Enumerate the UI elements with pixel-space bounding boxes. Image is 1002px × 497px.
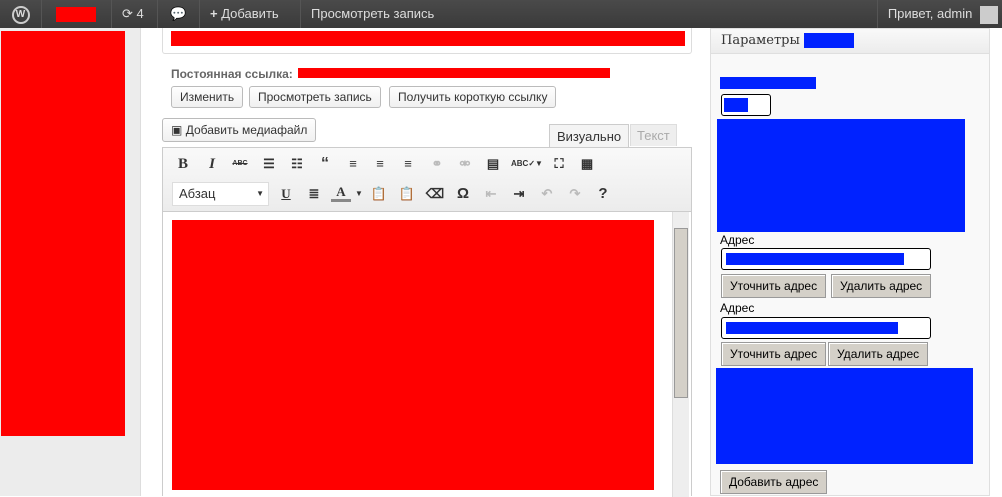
omega-icon[interactable]: Ω — [453, 184, 473, 204]
plus-icon: + — [210, 6, 218, 21]
refine-address-button[interactable]: Уточнить адрес — [721, 274, 827, 298]
spellcheck-icon[interactable]: ABC✓ — [511, 154, 535, 174]
link-icon[interactable]: ⚭ — [427, 154, 447, 174]
underline-icon[interactable]: U — [276, 184, 296, 204]
paste-text-icon[interactable]: 📋 — [369, 184, 389, 204]
redacted-permalink[interactable] — [298, 68, 610, 78]
fullscreen-icon[interactable]: ⛶ — [549, 154, 569, 174]
comment-icon: 💬 — [170, 6, 187, 21]
permalink-label: Постоянная ссылка: — [171, 67, 293, 81]
numbered-list-icon[interactable]: ☷ — [287, 154, 307, 174]
add-address-button[interactable]: Добавить адрес — [720, 470, 828, 494]
italic-icon[interactable]: I — [202, 154, 222, 174]
bold-icon[interactable]: B — [173, 154, 193, 174]
justify-icon[interactable]: ≣ — [304, 184, 324, 204]
tab-text[interactable]: Текст — [630, 124, 677, 146]
address-input[interactable] — [721, 317, 931, 339]
view-post-link[interactable]: Просмотреть запись — [301, 0, 501, 28]
parameters-metabox: Параметры Адрес Уточнить адрес Удалить а… — [710, 28, 990, 496]
address-input[interactable] — [721, 248, 931, 270]
unlink-icon[interactable]: ⚮ — [455, 154, 475, 174]
format-select[interactable]: Абзац ▼ — [172, 182, 269, 206]
help-icon[interactable]: ? — [593, 184, 613, 204]
wordpress-logo-icon[interactable]: W — [0, 0, 42, 28]
get-shortlink-button[interactable]: Получить короткую ссылку — [389, 86, 557, 108]
redacted-menu — [1, 31, 125, 436]
kitchen-sink-icon[interactable]: ▦ — [577, 154, 597, 174]
chevron-down-icon[interactable]: ▼ — [349, 184, 369, 204]
strikethrough-icon[interactable]: ABC — [230, 154, 250, 174]
add-media-button[interactable]: ▣ Добавить медиафайл — [162, 118, 317, 142]
align-left-icon[interactable]: ≡ — [343, 154, 363, 174]
avatar — [980, 5, 998, 24]
title-input[interactable] — [162, 28, 692, 54]
refine-address-button[interactable]: Уточнить адрес — [721, 342, 827, 366]
view-post-button[interactable]: Просмотреть запись — [249, 86, 381, 108]
admin-sidebar — [0, 28, 141, 496]
site-name-link[interactable] — [42, 0, 112, 28]
blockquote-icon[interactable]: “ — [315, 154, 335, 174]
redacted-input[interactable] — [721, 94, 771, 116]
chevron-down-icon[interactable]: ▼ — [529, 154, 549, 174]
paste-word-icon[interactable]: 📋 — [397, 184, 417, 204]
undo-icon[interactable]: ↶ — [537, 184, 557, 204]
tab-visual[interactable]: Визуально — [549, 124, 630, 148]
align-center-icon[interactable]: ≡ — [370, 154, 390, 174]
address-label: Адрес — [720, 233, 755, 247]
editor-toolbar: B I ABC ☰ ☷ “ ≡ ≡ ≡ ⚭ ⚮ ▤ ABC✓ ▼ ⛶ ▦ Абз… — [163, 148, 691, 212]
editor-scrollbar[interactable] — [672, 212, 689, 497]
eraser-icon[interactable]: ⌫ — [425, 184, 445, 204]
comments-link[interactable]: 💬 — [158, 0, 200, 28]
edit-permalink-button[interactable]: Изменить — [171, 86, 244, 108]
align-right-icon[interactable]: ≡ — [398, 154, 418, 174]
my-account-link[interactable]: Привет, admin — [876, 0, 1002, 28]
redacted-title — [171, 31, 685, 46]
updates-link[interactable]: ⟳ 4 — [112, 0, 158, 28]
address-label: Адрес — [720, 301, 755, 315]
delete-address-button[interactable]: Удалить адрес — [828, 342, 929, 366]
more-tag-icon[interactable]: ▤ — [483, 154, 503, 174]
chevron-down-icon: ▼ — [256, 189, 264, 198]
refresh-icon: ⟳ — [122, 6, 133, 21]
redacted-label — [720, 77, 816, 89]
redacted-block — [717, 119, 965, 232]
media-icon: ▣ — [171, 123, 183, 137]
redacted-content — [172, 220, 654, 490]
delete-address-button[interactable]: Удалить адрес — [831, 274, 932, 298]
text-color-icon[interactable]: A — [331, 184, 351, 202]
editor-container: B I ABC ☰ ☷ “ ≡ ≡ ≡ ⚭ ⚮ ▤ ABC✓ ▼ ⛶ ▦ Абз… — [162, 147, 692, 497]
metabox-title: Параметры — [711, 29, 989, 54]
bullet-list-icon[interactable]: ☰ — [259, 154, 279, 174]
indent-icon[interactable]: ⇥ — [509, 184, 529, 204]
redacted-block — [716, 368, 973, 464]
redo-icon[interactable]: ↷ — [565, 184, 585, 204]
outdent-icon[interactable]: ⇤ — [481, 184, 501, 204]
add-new-link[interactable]: + Добавить — [200, 0, 301, 28]
editor-content[interactable] — [163, 212, 691, 497]
admin-bar: W ⟳ 4 💬 + Добавить Просмотреть запись Пр… — [0, 0, 1002, 28]
scrollbar-thumb[interactable] — [674, 228, 688, 398]
